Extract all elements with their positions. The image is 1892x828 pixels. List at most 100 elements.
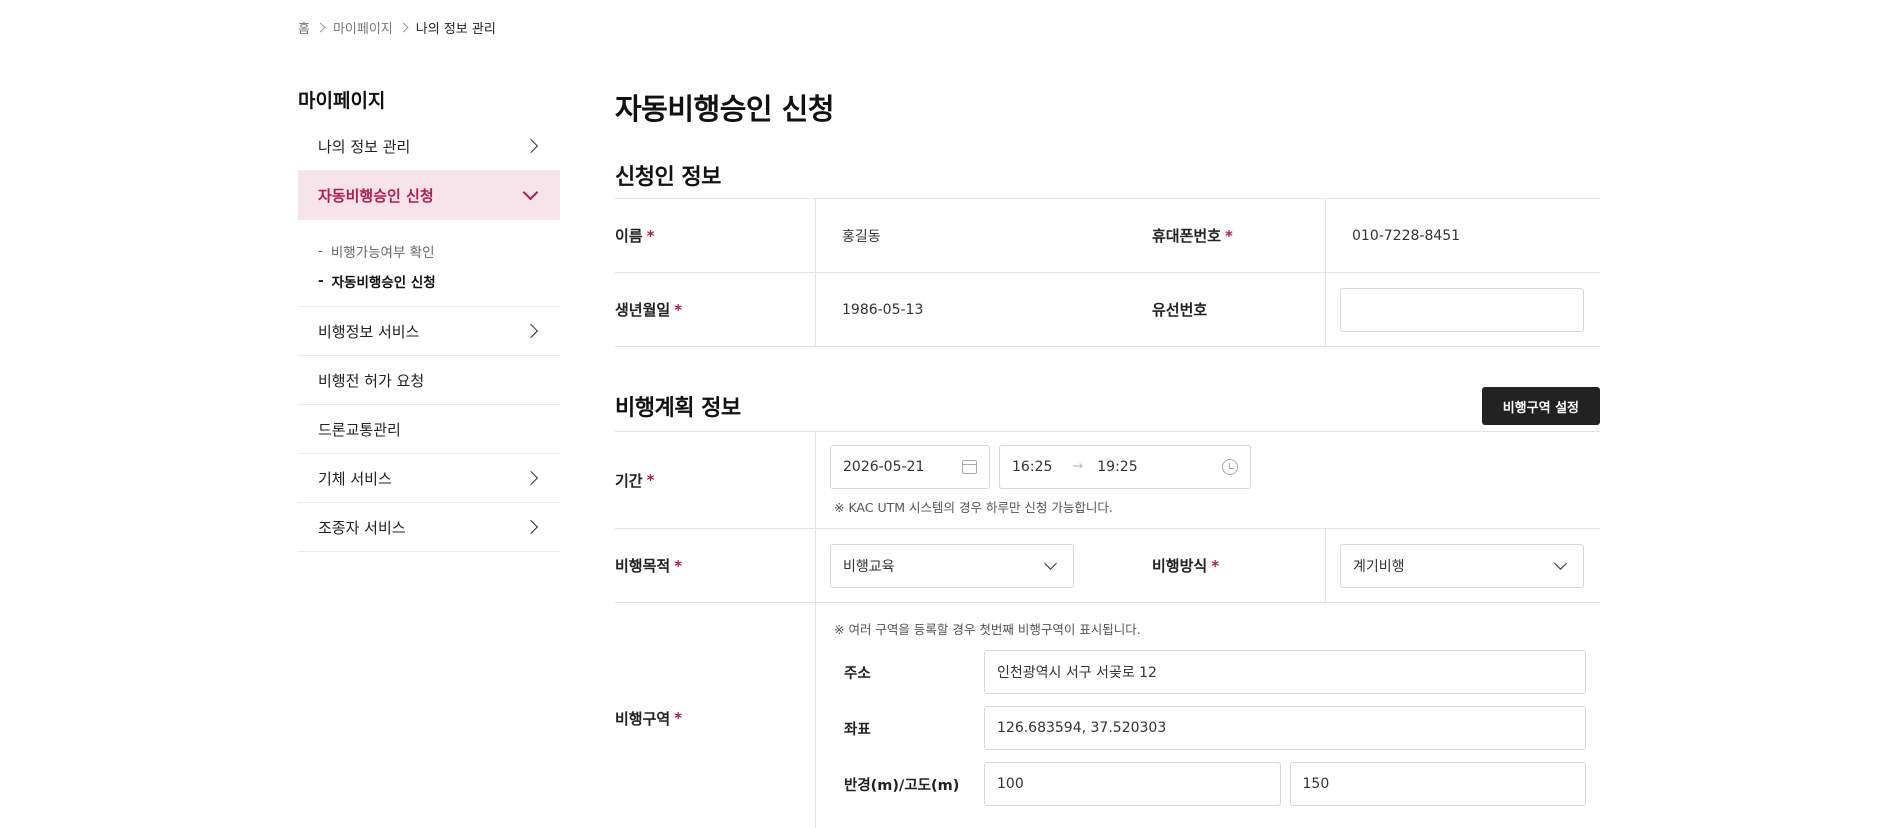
purpose-selected: 비행교육 [843, 558, 895, 575]
birth-landline-group: 1986-05-13 유선번호 [816, 273, 1602, 346]
date-value: 2026-05-21 [843, 458, 925, 475]
altitude-input[interactable]: 150 [1289, 762, 1586, 806]
landline-label-text: 유선번호 [1152, 301, 1208, 319]
chevron-down-icon [1554, 556, 1567, 570]
zone-note: ※ 여러 구역을 등록할 경우 첫번째 비행구역이 표시됩니다. [834, 622, 1141, 637]
zone-coord-row: 좌표 126.683594, 37.520303 [830, 700, 1586, 756]
sidebar-item-label: 드론교통관리 [318, 420, 401, 439]
required-mark: * [646, 471, 655, 489]
sidebar-item-label: 비행전 허가 요청 [318, 371, 425, 390]
period-inputs: 2026-05-21 16:25 → 19:25 [830, 444, 1586, 489]
required-mark: * [674, 709, 683, 727]
address-label: 주소 [844, 665, 871, 682]
sidebar-item-label: 나의 정보 관리 [318, 137, 411, 156]
time-start: 16:25 [1012, 458, 1053, 475]
plan-row-period: 기간 * 2026-05-21 16:25 → 19:25 ※ KAC UTM … [615, 432, 1600, 529]
plan-section-header: 비행계획 정보 비행구역 설정 [615, 381, 1600, 431]
purpose-method-group: 비행교육 비행방식 * 계기비행 [816, 529, 1602, 602]
period-cell: 2026-05-21 16:25 → 19:25 ※ KAC UTM 시스템의 … [816, 432, 1600, 528]
purpose-cell: 비행교육 [816, 529, 1126, 602]
zone-address-row: 주소 인천광역시 서구 서곶로 12 [830, 644, 1586, 700]
main-content: 자동비행승인 신청 신청인 정보 이름 * 홍길동 휴대폰번호 * 010-72… [615, 86, 1600, 828]
chevron-right-icon [398, 22, 409, 33]
sidebar-item-auto-flight-approval[interactable]: 자동비행승인 신청 [298, 171, 560, 220]
plan-form: 기간 * 2026-05-21 16:25 → 19:25 ※ KAC UTM … [615, 431, 1600, 828]
period-note: ※ KAC UTM 시스템의 경우 하루만 신청 가능합니다. [834, 499, 1113, 515]
purpose-select[interactable]: 비행교육 [830, 543, 1074, 588]
arrow-right-icon: → [1072, 459, 1084, 474]
chevron-right-icon [523, 519, 539, 535]
name-label-text: 이름 [615, 227, 643, 245]
method-label: 비행방식 * [1126, 529, 1326, 602]
chevron-right-icon [523, 138, 539, 154]
address-input[interactable]: 인천광역시 서구 서곶로 12 [984, 650, 1586, 694]
purpose-label-text: 비행목적 [615, 557, 671, 575]
coord-input[interactable]: 126.683594, 37.520303 [984, 706, 1586, 750]
dash-marker: - [318, 273, 324, 289]
chevron-right-icon [315, 22, 326, 33]
breadcrumb-home[interactable]: 홈 [298, 18, 310, 37]
time-range-picker[interactable]: 16:25 → 19:25 [999, 444, 1251, 489]
birth-label: 생년월일 * [615, 273, 816, 346]
date-picker[interactable]: 2026-05-21 [830, 444, 990, 489]
breadcrumb: 홈 마이페이지 나의 정보 관리 [298, 18, 496, 37]
zone-cell: ※ 여러 구역을 등록할 경우 첫번째 비행구역이 표시됩니다. 주소 인천광역… [816, 603, 1600, 828]
breadcrumb-mypage[interactable]: 마이페이지 [333, 18, 393, 37]
clock-icon [1222, 458, 1238, 475]
sidebar-item-aircraft-service[interactable]: 기체 서비스 [298, 454, 560, 503]
purpose-label: 비행목적 * [615, 529, 816, 602]
sidebar-item-pilot-service[interactable]: 조종자 서비스 [298, 503, 560, 552]
sidebar-item-flight-info-service[interactable]: 비행정보 서비스 [298, 307, 560, 356]
required-mark: * [646, 226, 655, 245]
sidebar: 마이페이지 나의 정보 관리 자동비행승인 신청 - 비행가능여부 확인 - 자… [298, 86, 560, 552]
plan-row-purpose: 비행목적 * 비행교육 비행방식 * 계기비행 [615, 529, 1600, 603]
sidebar-item-label: 자동비행승인 신청 [318, 187, 434, 205]
plan-row-zone: 비행구역 * ※ 여러 구역을 등록할 경우 첫번째 비행구역이 표시됩니다. … [615, 603, 1600, 828]
sidebar-subitem-label: 비행가능여부 확인 [330, 245, 435, 261]
sidebar-subitem-flight-check[interactable]: - 비행가능여부 확인 [318, 236, 540, 266]
chevron-down-icon [522, 184, 539, 201]
plan-section-title: 비행계획 정보 [615, 396, 741, 421]
phone-label-text: 휴대폰번호 [1152, 227, 1222, 245]
name-label: 이름 * [615, 199, 816, 272]
method-select[interactable]: 계기비행 [1340, 543, 1584, 588]
birth-value: 1986-05-13 [842, 301, 924, 318]
set-flight-zone-button[interactable]: 비행구역 설정 [1481, 387, 1600, 425]
sidebar-subitem-auto-approval[interactable]: - 자동비행승인 신청 [318, 266, 540, 296]
chevron-right-icon [523, 470, 539, 486]
method-cell: 계기비행 [1326, 529, 1602, 602]
sidebar-item-drone-traffic[interactable]: 드론교통관리 [298, 405, 560, 454]
required-mark: * [1225, 226, 1233, 245]
page-title: 자동비행승인 신청 [615, 92, 835, 126]
sidebar-item-preflight-permit[interactable]: 비행전 허가 요청 [298, 356, 560, 405]
radius-altitude-inputs: 100 150 [984, 762, 1586, 806]
name-value: 홍길동 [842, 228, 881, 245]
radius-input[interactable]: 100 [984, 762, 1281, 806]
sidebar-item-my-info[interactable]: 나의 정보 관리 [298, 122, 560, 171]
time-end: 19:25 [1097, 458, 1138, 475]
applicant-form: 이름 * 홍길동 휴대폰번호 * 010-7228-8451 생년월일 * 19… [615, 198, 1600, 347]
period-label-text: 기간 [615, 471, 643, 490]
sidebar-title: 마이페이지 [298, 90, 386, 112]
birth-label-text: 생년월일 [615, 301, 671, 319]
sidebar-sub-list: - 비행가능여부 확인 - 자동비행승인 신청 [298, 220, 560, 307]
zone-radius-row: 반경(m)/고도(m) 100 150 [830, 756, 1586, 812]
landline-input[interactable] [1340, 287, 1584, 332]
sidebar-item-label: 비행정보 서비스 [318, 322, 420, 341]
calendar-icon [962, 459, 977, 474]
period-label: 기간 * [615, 432, 816, 528]
applicant-row-birth: 생년월일 * 1986-05-13 유선번호 [615, 273, 1600, 347]
sidebar-subitem-label: 자동비행승인 신청 [331, 275, 436, 291]
coord-label: 좌표 [844, 721, 871, 738]
time-range: 16:25 → 19:25 [1012, 459, 1138, 475]
method-label-text: 비행방식 [1152, 557, 1208, 575]
required-mark: * [674, 300, 683, 319]
landline-label: 유선번호 [1126, 273, 1326, 346]
zone-label: 비행구역 * [615, 603, 816, 828]
name-phone-group: 홍길동 휴대폰번호 * 010-7228-8451 [816, 199, 1600, 272]
breadcrumb-current: 나의 정보 관리 [415, 22, 496, 37]
zone-label-text: 비행구역 [615, 709, 671, 728]
chevron-right-icon [523, 323, 539, 339]
method-selected: 계기비행 [1353, 558, 1405, 575]
required-mark: * [674, 556, 683, 575]
